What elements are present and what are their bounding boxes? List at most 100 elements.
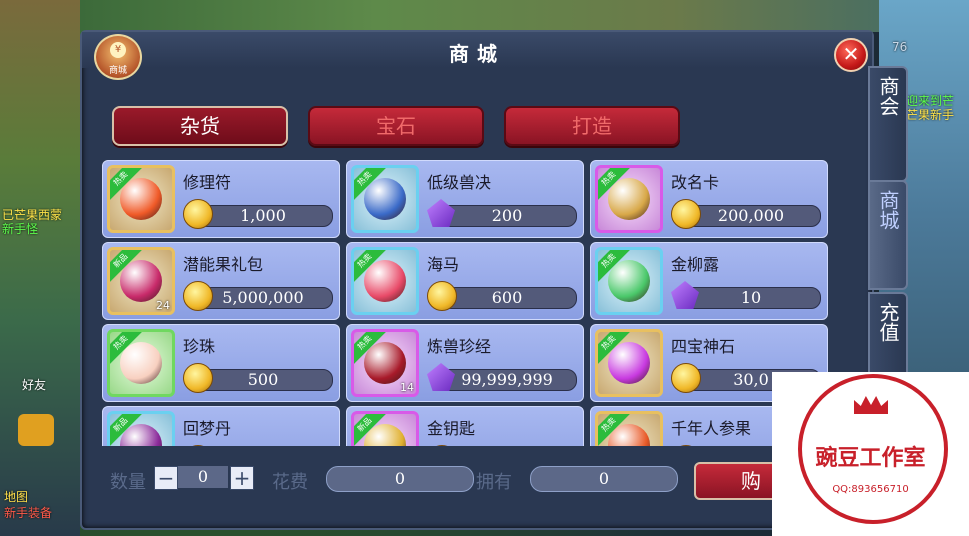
category-tab-forge[interactable]: 打造 xyxy=(504,106,680,146)
window-title: 商城 xyxy=(449,42,505,66)
item-name: 金钥匙 xyxy=(427,419,476,438)
side-tab-shop[interactable]: 商城 xyxy=(868,180,908,290)
shop-window: ¥ 商城 商城 ✕ 杂货 宝石 打造 热卖 修理符 1,000 热卖 低级兽决 200 热卖… xyxy=(80,30,874,530)
shop-item[interactable]: 热卖 14 炼兽珍经 99,999,999 xyxy=(346,324,584,402)
item-price: 5,000,000 xyxy=(222,288,304,307)
quantity-stepper: − 0 + xyxy=(154,466,254,490)
side-tab-recharge[interactable]: 充值 xyxy=(868,292,908,380)
item-price: 600 xyxy=(491,288,523,307)
shop-item[interactable]: 热卖 珍珠 500 xyxy=(102,324,340,402)
minus-button[interactable]: − xyxy=(154,466,178,490)
item-price-bar: 500 xyxy=(193,369,333,391)
item-icon-frame: 热卖 xyxy=(595,165,663,233)
gem-currency-icon xyxy=(427,199,455,227)
gold-coin-icon xyxy=(427,445,457,446)
item-icon xyxy=(364,342,406,384)
category-tab-groceries[interactable]: 杂货 xyxy=(112,106,288,146)
item-price: 200 xyxy=(491,206,523,225)
item-name: 海马 xyxy=(427,255,460,274)
shop-item[interactable]: 热卖 低级兽决 200 xyxy=(346,160,584,238)
shop-item[interactable]: 热卖 改名卡 200,000 xyxy=(590,160,828,238)
shop-item[interactable]: 新品 金钥匙 xyxy=(346,406,584,446)
item-quantity: 14 xyxy=(400,381,414,394)
item-price: 200,000 xyxy=(717,206,785,225)
side-tab-guild[interactable]: 商会 xyxy=(868,66,908,182)
item-name: 四宝神石 xyxy=(671,337,736,356)
item-icon-frame: 新品 xyxy=(107,411,175,446)
item-price-bar: 1,000 xyxy=(193,205,333,227)
friend-label[interactable]: 好友 xyxy=(22,376,46,393)
item-icon-frame: 热卖 xyxy=(595,247,663,315)
plus-button[interactable]: + xyxy=(230,466,254,490)
shop-item[interactable]: 新品 回梦丹 xyxy=(102,406,340,446)
item-name: 改名卡 xyxy=(671,173,720,192)
cost-value: 0 xyxy=(326,466,474,492)
item-icon-frame: 热卖 xyxy=(595,411,663,446)
item-icon xyxy=(120,260,162,302)
watermark-qq: QQ:893656710 xyxy=(832,484,909,495)
item-price: 500 xyxy=(247,370,279,389)
item-icon-frame: 新品 xyxy=(351,411,419,446)
item-name: 炼兽珍经 xyxy=(427,337,492,356)
game-world-left xyxy=(0,0,80,536)
item-icon xyxy=(120,342,162,384)
shop-item[interactable]: 热卖 修理符 1,000 xyxy=(102,160,340,238)
item-icon-frame: 热卖 xyxy=(351,165,419,233)
watermark-text: 豌豆工作室 xyxy=(815,446,926,471)
item-name: 修理符 xyxy=(183,173,232,192)
owned-label: 拥有 xyxy=(476,472,512,493)
item-price-bar: 200,000 xyxy=(681,205,821,227)
shop-item[interactable]: 热卖 金柳露 10 xyxy=(590,242,828,320)
chat-icon[interactable] xyxy=(18,414,54,446)
gold-coin-icon xyxy=(183,445,213,446)
gem-currency-icon xyxy=(427,363,455,391)
item-icon xyxy=(608,342,650,384)
item-icon-frame: 热卖 xyxy=(351,247,419,315)
world-text-line: 芒果新手 xyxy=(906,108,955,122)
item-icon xyxy=(120,178,162,220)
gold-coin-icon xyxy=(183,281,213,311)
item-name: 千年人参果 xyxy=(671,419,752,438)
item-price: 1,000 xyxy=(240,206,286,225)
item-icon-frame: 新品 24 xyxy=(107,247,175,315)
title-bar: ¥ 商城 商城 ✕ xyxy=(82,32,872,80)
gem-currency-icon xyxy=(671,281,699,309)
item-icon xyxy=(364,260,406,302)
item-icon-frame: 热卖 xyxy=(595,329,663,397)
owned-value: 0 xyxy=(530,466,678,492)
item-icon xyxy=(364,178,406,220)
item-price-bar: 600 xyxy=(437,287,577,309)
item-icon-frame: 热卖 14 xyxy=(351,329,419,397)
item-grid: 热卖 修理符 1,000 热卖 低级兽决 200 热卖 改名卡 200,000 新品 24 潜能果礼包… xyxy=(102,160,842,446)
item-price-bar: 200 xyxy=(437,205,577,227)
item-price-bar: 99,999,999 xyxy=(437,369,577,391)
gold-coin-icon xyxy=(671,199,701,229)
item-name: 回梦丹 xyxy=(183,419,232,438)
item-icon-frame: 热卖 xyxy=(107,329,175,397)
purchase-bar: 数量 − 0 + 花费 0 拥有 0 购 xyxy=(82,460,872,500)
quantity-label: 数量 xyxy=(110,472,146,493)
side-tab-label: 商会 xyxy=(876,76,900,116)
item-name: 低级兽决 xyxy=(427,173,492,192)
side-tab-label: 商城 xyxy=(876,190,900,230)
item-price-bar: 10 xyxy=(681,287,821,309)
world-text-line: 新手怪 xyxy=(2,222,39,236)
item-name: 珍珠 xyxy=(183,337,216,356)
gold-coin-icon xyxy=(183,363,213,393)
quantity-value[interactable]: 0 xyxy=(178,466,228,488)
map-label[interactable]: 地图 xyxy=(4,488,28,505)
side-tab-label: 充值 xyxy=(876,302,900,342)
item-price-bar: 5,000,000 xyxy=(193,287,333,309)
close-button[interactable]: ✕ xyxy=(834,38,868,72)
item-name: 潜能果礼包 xyxy=(183,255,264,274)
item-icon xyxy=(608,178,650,220)
item-quantity: 24 xyxy=(156,299,170,312)
shop-item[interactable]: 热卖 海马 600 xyxy=(346,242,584,320)
item-name: 金柳露 xyxy=(671,255,720,274)
watermark: 豌豆工作室 QQ:893656710 xyxy=(772,372,969,536)
item-icon xyxy=(608,260,650,302)
shop-item[interactable]: 新品 24 潜能果礼包 5,000,000 xyxy=(102,242,340,320)
world-text-line: 新手装备 xyxy=(4,506,53,520)
item-icon-frame: 热卖 xyxy=(107,165,175,233)
category-tab-gems[interactable]: 宝石 xyxy=(308,106,484,146)
